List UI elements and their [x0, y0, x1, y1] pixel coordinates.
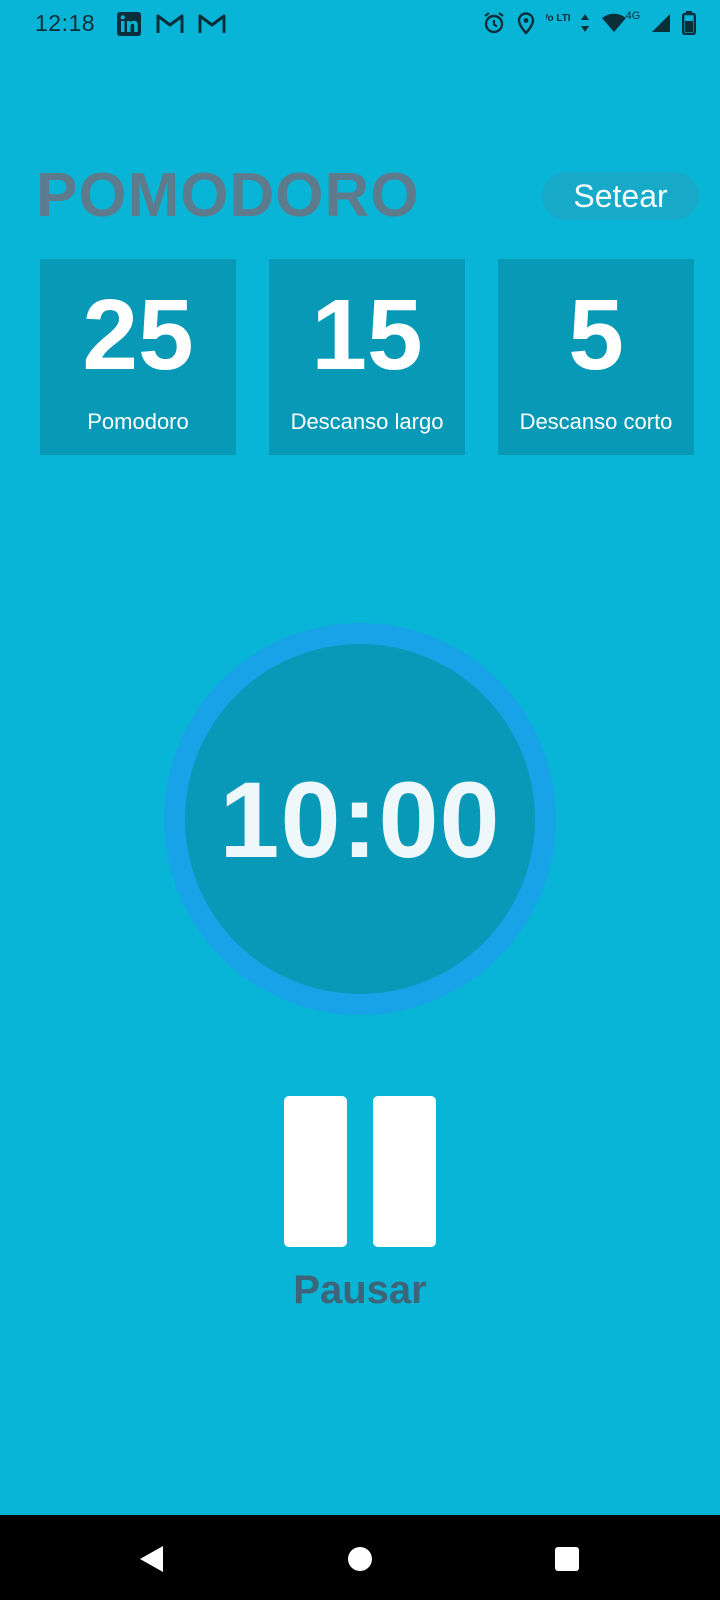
signal-icon [650, 9, 672, 37]
preset-value: 25 [82, 279, 194, 391]
preset-label: Descanso largo [290, 409, 444, 434]
preset-long-break-card[interactable]: 15 Descanso largo [269, 259, 465, 455]
battery-icon [682, 9, 696, 37]
preset-value: 15 [311, 279, 423, 391]
recents-icon [555, 1547, 579, 1571]
gmail-icon [156, 10, 184, 38]
preset-label: Descanso corto [519, 409, 673, 434]
recents-button[interactable] [547, 1539, 587, 1579]
system-icons: Vo LTE 4G [482, 9, 696, 37]
pause-bar-left [284, 1096, 347, 1247]
preset-value: 5 [568, 279, 624, 391]
volte-icon: Vo LTE [546, 9, 570, 37]
preset-label: Pomodoro [87, 409, 189, 434]
home-button[interactable] [340, 1539, 380, 1579]
navigation-bar [0, 1515, 720, 1600]
set-button[interactable]: Setear [542, 172, 699, 220]
app-title: POMODORO [36, 161, 420, 230]
timer-display: 10:00 [219, 758, 501, 880]
back-icon [140, 1546, 163, 1572]
gmail-icon [198, 10, 226, 38]
volte-label: Vo LTE [546, 13, 570, 24]
preset-pomodoro-card[interactable]: 25 Pomodoro [40, 259, 236, 455]
pause-bar-right [373, 1096, 436, 1247]
linkedin-icon [116, 10, 142, 38]
timer-ring: 10:00 [164, 623, 556, 1015]
preset-short-break-card[interactable]: 5 Descanso corto [498, 259, 694, 455]
wifi-icon: 4G [600, 9, 640, 37]
home-icon [348, 1547, 372, 1571]
pause-button[interactable] [284, 1096, 436, 1248]
timer-disc: 10:00 [185, 644, 535, 994]
status-time: 12:18 [35, 10, 96, 36]
network-label: 4G [626, 10, 640, 22]
data-arrows-icon [580, 9, 590, 37]
pause-label[interactable]: Pausar [0, 1268, 720, 1313]
status-bar: 12:18 Vo LTE 4G [0, 0, 720, 48]
back-button[interactable] [131, 1539, 171, 1579]
alarm-icon [482, 9, 506, 37]
notification-icons [116, 10, 226, 38]
location-icon [516, 9, 536, 37]
